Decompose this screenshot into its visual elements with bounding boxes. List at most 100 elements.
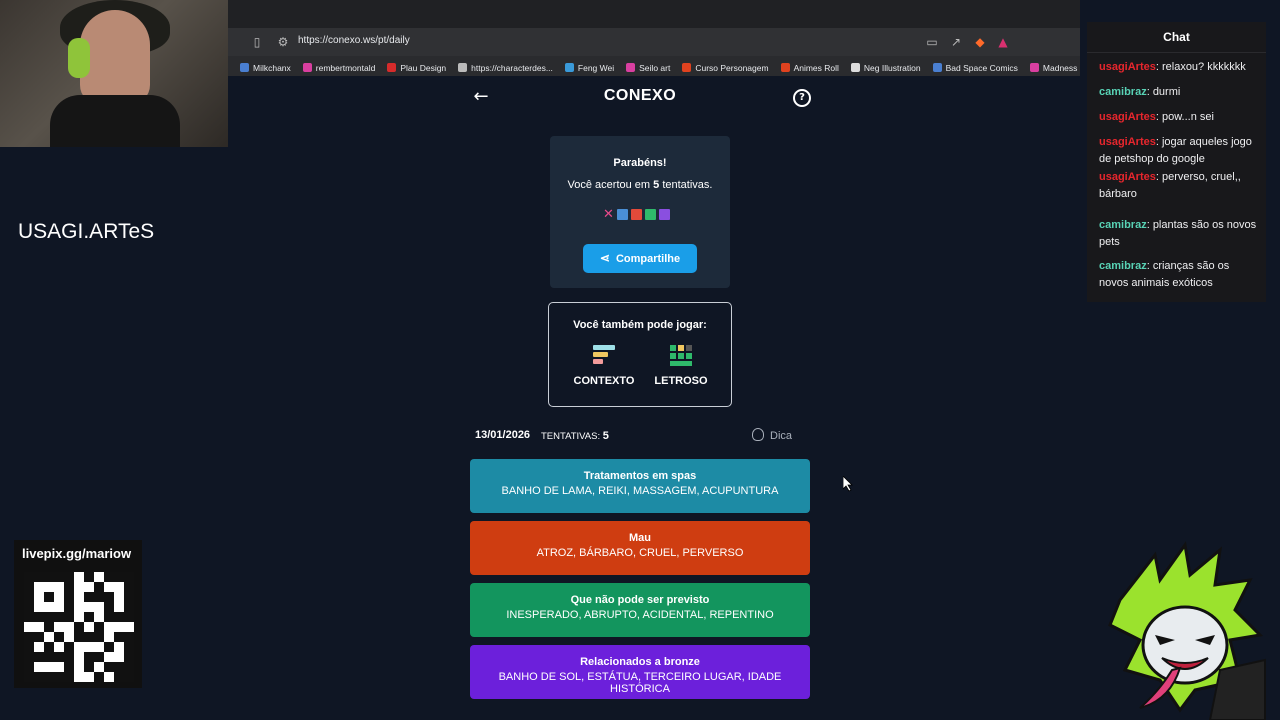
qr-module <box>24 602 34 612</box>
bookmark-item[interactable]: Milkchanx <box>240 58 291 76</box>
qr-module <box>44 642 54 652</box>
bookmark-item[interactable]: Bad Space Comics <box>932 58 1018 76</box>
qr-module <box>64 662 74 672</box>
bookmark-label: Plau Design <box>400 63 447 73</box>
cast-icon[interactable]: ▭ <box>925 35 939 49</box>
qr-module <box>34 592 44 602</box>
bookmark-item[interactable]: Seilo art <box>626 58 670 76</box>
chat-username[interactable]: camibraz <box>1099 219 1147 231</box>
share-button[interactable]: ⋖ Compartilhe <box>583 244 697 273</box>
mouse-cursor-icon <box>843 476 853 492</box>
help-icon[interactable]: ? <box>793 89 811 107</box>
qr-module <box>124 592 134 602</box>
bookmark-item[interactable]: Curso Personagem <box>682 58 769 76</box>
group-words: BANHO DE LAMA, REIKI, MASSAGEM, ACUPUNTU… <box>501 485 779 497</box>
hint-label: Dica <box>770 430 793 442</box>
qr-module <box>84 612 94 622</box>
chat-text: : durmi <box>1146 86 1181 98</box>
qr-module <box>64 582 74 592</box>
qr-module <box>44 592 54 602</box>
lightbulb-icon <box>752 428 764 441</box>
qr-module <box>24 572 34 582</box>
bookmark-favicon-icon <box>240 63 249 72</box>
qr-module <box>34 582 44 592</box>
bookmark-item[interactable]: Neg Illustration <box>850 58 921 76</box>
bookmark-icon[interactable]: ▯ <box>250 35 264 49</box>
brave-rewards-icon[interactable]: ▲ <box>996 35 1010 49</box>
qr-module <box>84 572 94 582</box>
chat-username[interactable]: usagiArtes <box>1099 136 1156 148</box>
bookmark-label: Curso Personagem <box>695 63 769 73</box>
qr-module <box>104 582 114 592</box>
hint-button[interactable]: Dica <box>752 428 792 442</box>
qr-module <box>64 642 74 652</box>
bookmark-favicon-icon <box>626 63 636 72</box>
url-text[interactable]: https://conexo.ws/pt/daily <box>298 35 410 46</box>
chat-message: camibraz: crianças são os novos animais … <box>1099 258 1259 292</box>
browser-tab-strip <box>228 0 1080 28</box>
qr-module <box>94 572 104 582</box>
share-page-icon[interactable]: ↗ <box>949 35 963 49</box>
chat-username[interactable]: camibraz <box>1099 260 1147 272</box>
qr-module <box>84 672 94 682</box>
qr-module <box>64 592 74 602</box>
bookmark-item[interactable]: Feng Wei <box>564 58 614 76</box>
chat-message: usagiArtes: relaxou? kkkkkkk <box>1099 59 1259 76</box>
qr-module <box>74 572 84 582</box>
chat-username[interactable]: camibraz <box>1099 86 1147 98</box>
qr-module <box>114 602 124 612</box>
contexto-link[interactable]: CONTEXTO <box>569 345 639 387</box>
bookmark-item[interactable]: Plau Design <box>387 58 446 76</box>
chat-title: Chat <box>1087 22 1266 53</box>
qr-module <box>94 662 104 672</box>
bookmark-favicon-icon <box>780 63 790 72</box>
qr-module <box>44 582 54 592</box>
qr-module <box>94 602 104 612</box>
site-settings-icon[interactable]: ⚙ <box>276 35 290 49</box>
qr-module <box>44 632 54 642</box>
qr-module <box>104 612 114 622</box>
address-bar[interactable]: ▯ ⚙ https://conexo.ws/pt/daily ▭ ↗ ◆ ▲ <box>228 28 1080 56</box>
chat-username[interactable]: usagiArtes <box>1099 61 1156 73</box>
group-words: BANHO DE SOL, ESTÁTUA, TERCEIRO LUGAR, I… <box>498 671 782 695</box>
bookmark-label: Bad Space Comics <box>945 63 1018 73</box>
qr-module <box>24 672 34 682</box>
share-icon: ⋖ <box>599 251 610 265</box>
attempt-summary: Você acertou em 5 tentativas. <box>550 179 730 191</box>
bookmark-item[interactable]: Madness Ma <box>1029 58 1080 76</box>
letroso-link[interactable]: LETROSO <box>646 345 716 387</box>
qr-module <box>74 622 84 632</box>
qr-module <box>34 572 44 582</box>
qr-module <box>84 652 94 662</box>
qr-module <box>54 592 64 602</box>
solved-group: Que não pode ser previsto INESPERADO, AB… <box>470 583 810 637</box>
attempts-label: TENTATIVAS: <box>541 431 601 442</box>
qr-module <box>114 642 124 652</box>
qr-module <box>104 672 114 682</box>
brave-shield-icon[interactable]: ◆ <box>973 35 987 49</box>
qr-module <box>34 642 44 652</box>
webcam-feed <box>0 0 228 147</box>
game-info-bar: 13/01/2026 TENTATIVAS: 5 Dica <box>470 426 810 446</box>
qr-module <box>34 672 44 682</box>
correct-guess-square <box>659 209 670 220</box>
qr-module <box>74 582 84 592</box>
qr-module <box>34 662 44 672</box>
result-card: Parabéns! Você acertou em 5 tentativas. … <box>550 136 730 288</box>
chat-username[interactable]: usagiArtes <box>1099 111 1156 123</box>
qr-module <box>64 652 74 662</box>
qr-module <box>54 602 64 612</box>
chat-username[interactable]: usagiArtes <box>1099 171 1156 183</box>
bookmark-item[interactable]: Animes Roll <box>780 58 839 76</box>
correct-guess-square <box>645 209 656 220</box>
attempts-count: 5 <box>602 430 609 442</box>
donation-qr-panel: livepix.gg/mariow <box>14 540 142 688</box>
qr-module <box>54 622 64 632</box>
qr-module <box>104 572 114 582</box>
qr-module <box>104 592 114 602</box>
bookmark-item[interactable]: rembertmontald <box>302 58 375 76</box>
qr-module <box>54 642 64 652</box>
qr-module <box>54 672 64 682</box>
qr-module <box>44 652 54 662</box>
bookmark-item[interactable]: https://characterdes... <box>458 58 553 76</box>
